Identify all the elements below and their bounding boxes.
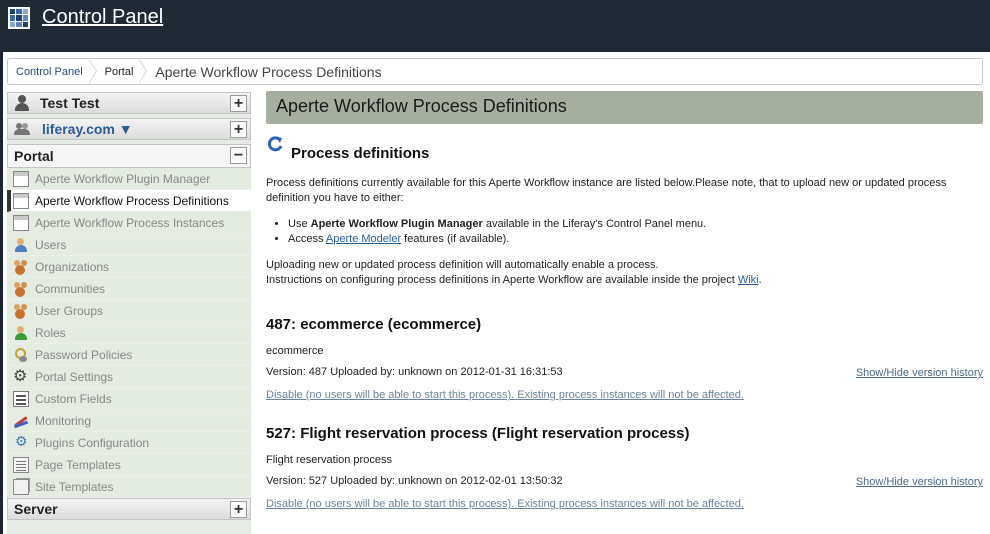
process-definition: 527: Flight reservation process (Flight … bbox=[266, 425, 983, 510]
expand-site-button[interactable]: + bbox=[230, 121, 247, 138]
site-icon bbox=[14, 122, 32, 136]
version-history-link[interactable]: Show/Hide version history bbox=[856, 476, 983, 488]
bullet-text: available in the Liferay's Control Panel… bbox=[482, 218, 707, 230]
document-icon bbox=[13, 170, 29, 187]
sidebar-item-label: Monitoring bbox=[35, 413, 92, 428]
instructions-line: Instructions on configuring process defi… bbox=[266, 274, 738, 286]
sidebar-item-label: Plugins Configuration bbox=[35, 435, 150, 450]
sidebar-item-user-groups[interactable]: User Groups bbox=[7, 300, 251, 322]
sidebar-item-organizations[interactable]: Organizations bbox=[7, 256, 251, 278]
portlet-content: Aperte Workflow Process Definitions Proc… bbox=[266, 91, 983, 510]
disable-process-link[interactable]: Disable (no users will be able to start … bbox=[266, 389, 744, 401]
instructions-line: Uploading new or updated process definit… bbox=[266, 259, 659, 271]
sidebar-item-label: Users bbox=[35, 237, 67, 252]
bullet-text: Use bbox=[288, 218, 311, 230]
process-version: Version: 487 Uploaded by: unknown on 201… bbox=[266, 366, 563, 378]
sidebar-item-password-policies[interactable]: Password Policies bbox=[7, 344, 251, 366]
breadcrumb-portal[interactable]: Portal bbox=[97, 59, 148, 84]
liferay-logo-icon[interactable] bbox=[8, 7, 30, 29]
expand-server-button[interactable]: + bbox=[230, 501, 247, 518]
instructions-line: . bbox=[758, 274, 762, 286]
sidebar-item-label: Password Policies bbox=[35, 347, 133, 362]
sidebar-item-plugin-manager[interactable]: Aperte Workflow Plugin Manager bbox=[7, 168, 251, 190]
sidebar-item-process-instances[interactable]: Aperte Workflow Process Instances bbox=[7, 212, 251, 234]
intro-text: Process definitions currently available … bbox=[266, 177, 947, 204]
breadcrumb: Control Panel Portal Aperte Workflow Pro… bbox=[7, 58, 983, 85]
gear-icon bbox=[13, 366, 29, 386]
sidebar-item-label: Aperte Workflow Process Definitions bbox=[35, 193, 229, 208]
wiki-link[interactable]: Wiki bbox=[738, 274, 759, 286]
role-icon bbox=[13, 325, 29, 341]
expand-user-button[interactable]: + bbox=[230, 95, 247, 112]
sidebar-item-site-templates[interactable]: Site Templates bbox=[7, 476, 251, 498]
sidebar-item-label: Aperte Workflow Plugin Manager bbox=[35, 171, 211, 186]
sidebar-item-page-templates[interactable]: Page Templates bbox=[7, 454, 251, 476]
control-panel-title[interactable]: Control Panel bbox=[42, 6, 163, 29]
collapse-portal-button[interactable]: − bbox=[230, 147, 247, 164]
top-bar: Control Panel bbox=[0, 0, 990, 52]
sidebar-item-label: Aperte Workflow Process Instances bbox=[35, 215, 225, 230]
section-heading: Process definitions bbox=[291, 145, 430, 162]
user-panel-header[interactable]: Test Test + bbox=[7, 92, 251, 114]
process-definition: 487: ecommerce (ecommerce) ecommerce Ver… bbox=[266, 316, 983, 401]
site-template-icon bbox=[13, 478, 29, 495]
upload-options-list: Use Aperte Workflow Plugin Manager avail… bbox=[288, 217, 706, 247]
form-icon bbox=[13, 390, 29, 407]
sidebar-item-roles[interactable]: Roles bbox=[7, 322, 251, 344]
portal-panel-header[interactable]: Portal − bbox=[7, 144, 251, 168]
organization-icon bbox=[13, 259, 29, 275]
document-icon bbox=[13, 192, 29, 209]
plugin-icon bbox=[13, 433, 29, 451]
bullet-text: features (if available). bbox=[401, 233, 510, 245]
process-heading: 487: ecommerce (ecommerce) bbox=[266, 316, 482, 333]
server-panel-header[interactable]: Server + bbox=[7, 498, 251, 520]
chart-icon bbox=[13, 413, 29, 429]
user-name: Test Test bbox=[40, 95, 100, 111]
bullet-text: Access bbox=[288, 233, 326, 245]
document-icon bbox=[13, 214, 29, 231]
site-panel-header[interactable]: liferay.com ▼ + bbox=[7, 118, 251, 140]
breadcrumb-control-panel[interactable]: Control Panel bbox=[8, 59, 97, 84]
process-heading: 527: Flight reservation process (Flight … bbox=[266, 425, 690, 442]
process-version: Version: 527 Uploaded by: unknown on 201… bbox=[266, 475, 563, 487]
page-template-icon bbox=[13, 456, 29, 473]
sidebar-item-label: Page Templates bbox=[35, 457, 121, 472]
communities-icon bbox=[13, 281, 29, 297]
sidebar-item-label: Custom Fields bbox=[35, 391, 112, 406]
sidebar-item-plugins-configuration[interactable]: Plugins Configuration bbox=[7, 432, 251, 454]
key-icon bbox=[13, 347, 29, 363]
sidebar-item-label: Roles bbox=[35, 325, 66, 340]
aperte-modeler-link[interactable]: Aperte Modeler bbox=[326, 233, 401, 245]
portal-label: Portal bbox=[14, 148, 54, 164]
sidebar-item-communities[interactable]: Communities bbox=[7, 278, 251, 300]
portal-menu: Aperte Workflow Plugin Manager Aperte Wo… bbox=[7, 168, 251, 498]
refresh-icon[interactable] bbox=[266, 135, 284, 153]
sidebar-item-label: Portal Settings bbox=[35, 369, 114, 384]
instructions-text: Uploading new or updated process definit… bbox=[266, 258, 966, 288]
user-groups-icon bbox=[13, 303, 29, 319]
site-selector[interactable]: liferay.com ▼ bbox=[42, 121, 133, 137]
version-history-link[interactable]: Show/Hide version history bbox=[856, 367, 983, 379]
sidebar: Test Test + liferay.com ▼ + Portal − Ape… bbox=[7, 92, 251, 534]
sidebar-item-label: Site Templates bbox=[35, 479, 114, 494]
user-icon bbox=[14, 95, 30, 111]
sidebar-item-label: User Groups bbox=[35, 303, 104, 318]
process-description: Flight reservation process bbox=[266, 454, 392, 466]
sidebar-item-custom-fields[interactable]: Custom Fields bbox=[7, 388, 251, 410]
sidebar-item-portal-settings[interactable]: Portal Settings bbox=[7, 366, 251, 388]
sidebar-item-monitoring[interactable]: Monitoring bbox=[7, 410, 251, 432]
process-description: ecommerce bbox=[266, 345, 324, 357]
list-item: Access Aperte Modeler features (if avail… bbox=[288, 232, 706, 247]
sidebar-item-label: Communities bbox=[35, 281, 106, 296]
user-icon bbox=[13, 237, 29, 253]
portlet-title: Aperte Workflow Process Definitions bbox=[266, 91, 983, 124]
server-label: Server bbox=[14, 501, 58, 517]
sidebar-item-process-definitions[interactable]: Aperte Workflow Process Definitions bbox=[7, 190, 251, 212]
disable-process-link[interactable]: Disable (no users will be able to start … bbox=[266, 498, 744, 510]
plugin-manager-name: Aperte Workflow Plugin Manager bbox=[310, 218, 483, 230]
list-item: Use Aperte Workflow Plugin Manager avail… bbox=[288, 217, 706, 232]
breadcrumb-current-page: Aperte Workflow Process Definitions bbox=[155, 63, 382, 80]
sidebar-item-label: Organizations bbox=[35, 259, 110, 274]
sidebar-item-users[interactable]: Users bbox=[7, 234, 251, 256]
